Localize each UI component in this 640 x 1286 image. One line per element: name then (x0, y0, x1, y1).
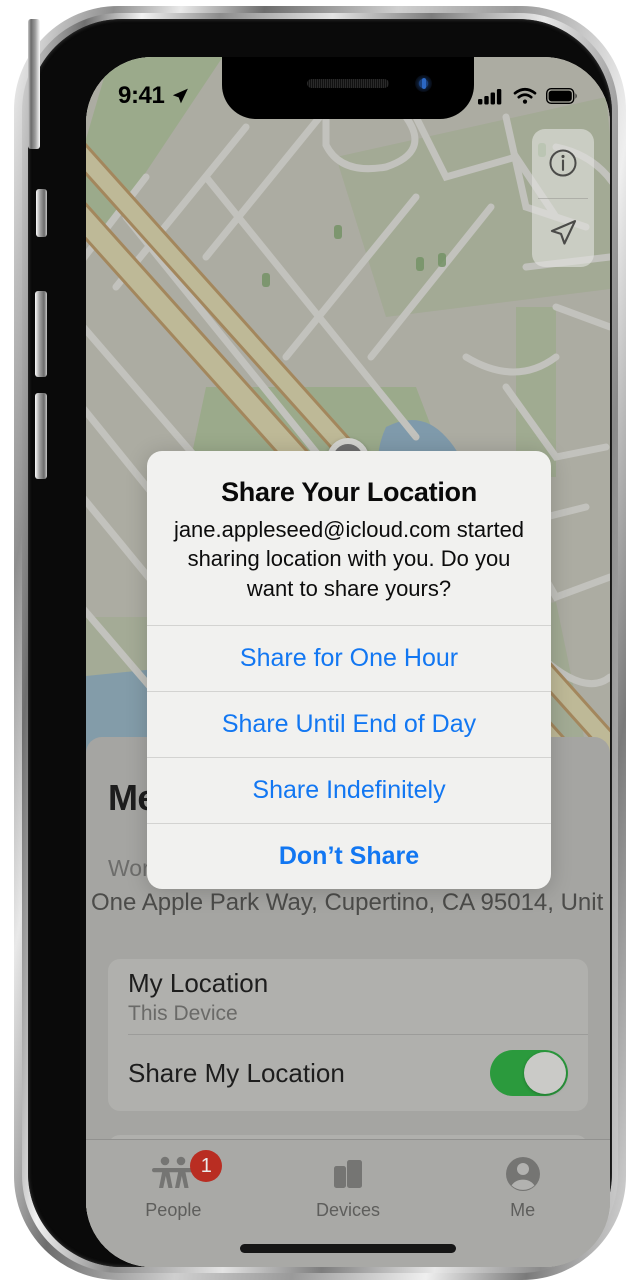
row-title: Share My Location (128, 1057, 345, 1088)
location-arrow-icon (550, 219, 577, 245)
tab-people[interactable]: 1 People (86, 1150, 261, 1221)
tab-devices[interactable]: Devices (261, 1154, 436, 1221)
tab-label: Devices (315, 1200, 381, 1220)
location-arrow-icon (173, 88, 189, 104)
people-badge: 1 (190, 1150, 223, 1182)
notch (222, 57, 474, 119)
device-frame: Me Work One Apple Park Way, Cupertino, C… (28, 19, 612, 1267)
alert-button-share-one-hour[interactable]: Share for One Hour (147, 624, 551, 691)
home-indicator[interactable] (240, 1244, 456, 1253)
alert-button-share-indefinitely[interactable]: Share Indefinitely (147, 756, 551, 823)
tab-me[interactable]: Me (435, 1154, 610, 1221)
volume-up-button[interactable] (35, 291, 47, 377)
front-camera-icon (415, 75, 432, 92)
row-my-location[interactable]: My Location This Device (108, 959, 588, 1035)
alert-header: Share Your Location jane.appleseed@iclou… (147, 451, 551, 625)
location-card: My Location This Device Share My Locatio… (108, 959, 588, 1111)
device-screen: Me Work One Apple Park Way, Cupertino, C… (86, 57, 610, 1267)
devices-icon (334, 1160, 362, 1188)
alert-button-dont-share[interactable]: Don’t Share (147, 822, 551, 889)
map-tracking-button[interactable] (532, 199, 594, 268)
row-share-my-location[interactable]: Share My Location (108, 1035, 588, 1111)
person-circle-icon (505, 1157, 540, 1191)
status-bar-right (478, 71, 580, 105)
row-title: My Location (128, 968, 269, 998)
earpiece-speaker (307, 79, 389, 88)
toggle-knob (524, 1052, 566, 1094)
map-info-button[interactable] (532, 129, 594, 198)
power-button[interactable] (28, 19, 40, 149)
share-location-alert: Share Your Location jane.appleseed@iclou… (147, 451, 551, 889)
alert-title: Share Your Location (221, 477, 477, 507)
row-subtitle: This Device (128, 1002, 238, 1025)
battery-full-icon (546, 88, 577, 104)
tab-label: Me (510, 1200, 536, 1220)
map-controls (532, 129, 594, 267)
address-value: One Apple Park Way, Cupertino, CA 95014,… (91, 889, 605, 916)
tab-label: People (145, 1200, 202, 1220)
status-time: 9:41 (118, 82, 165, 109)
cellular-bars-icon (478, 89, 502, 105)
status-bar-left: 9:41 (116, 66, 190, 110)
info-circle-icon (549, 149, 577, 177)
mute-switch-button[interactable] (36, 189, 47, 237)
screenshot-root: Me Work One Apple Park Way, Cupertino, C… (0, 0, 640, 1286)
people-icon (152, 1156, 195, 1188)
volume-down-button[interactable] (35, 393, 47, 479)
share-my-location-toggle[interactable] (490, 1050, 568, 1096)
wifi-icon (513, 87, 537, 104)
alert-button-share-end-of-day[interactable]: Share Until End of Day (147, 690, 551, 757)
alert-message: jane.appleseed@icloud.com started sharin… (173, 517, 525, 601)
